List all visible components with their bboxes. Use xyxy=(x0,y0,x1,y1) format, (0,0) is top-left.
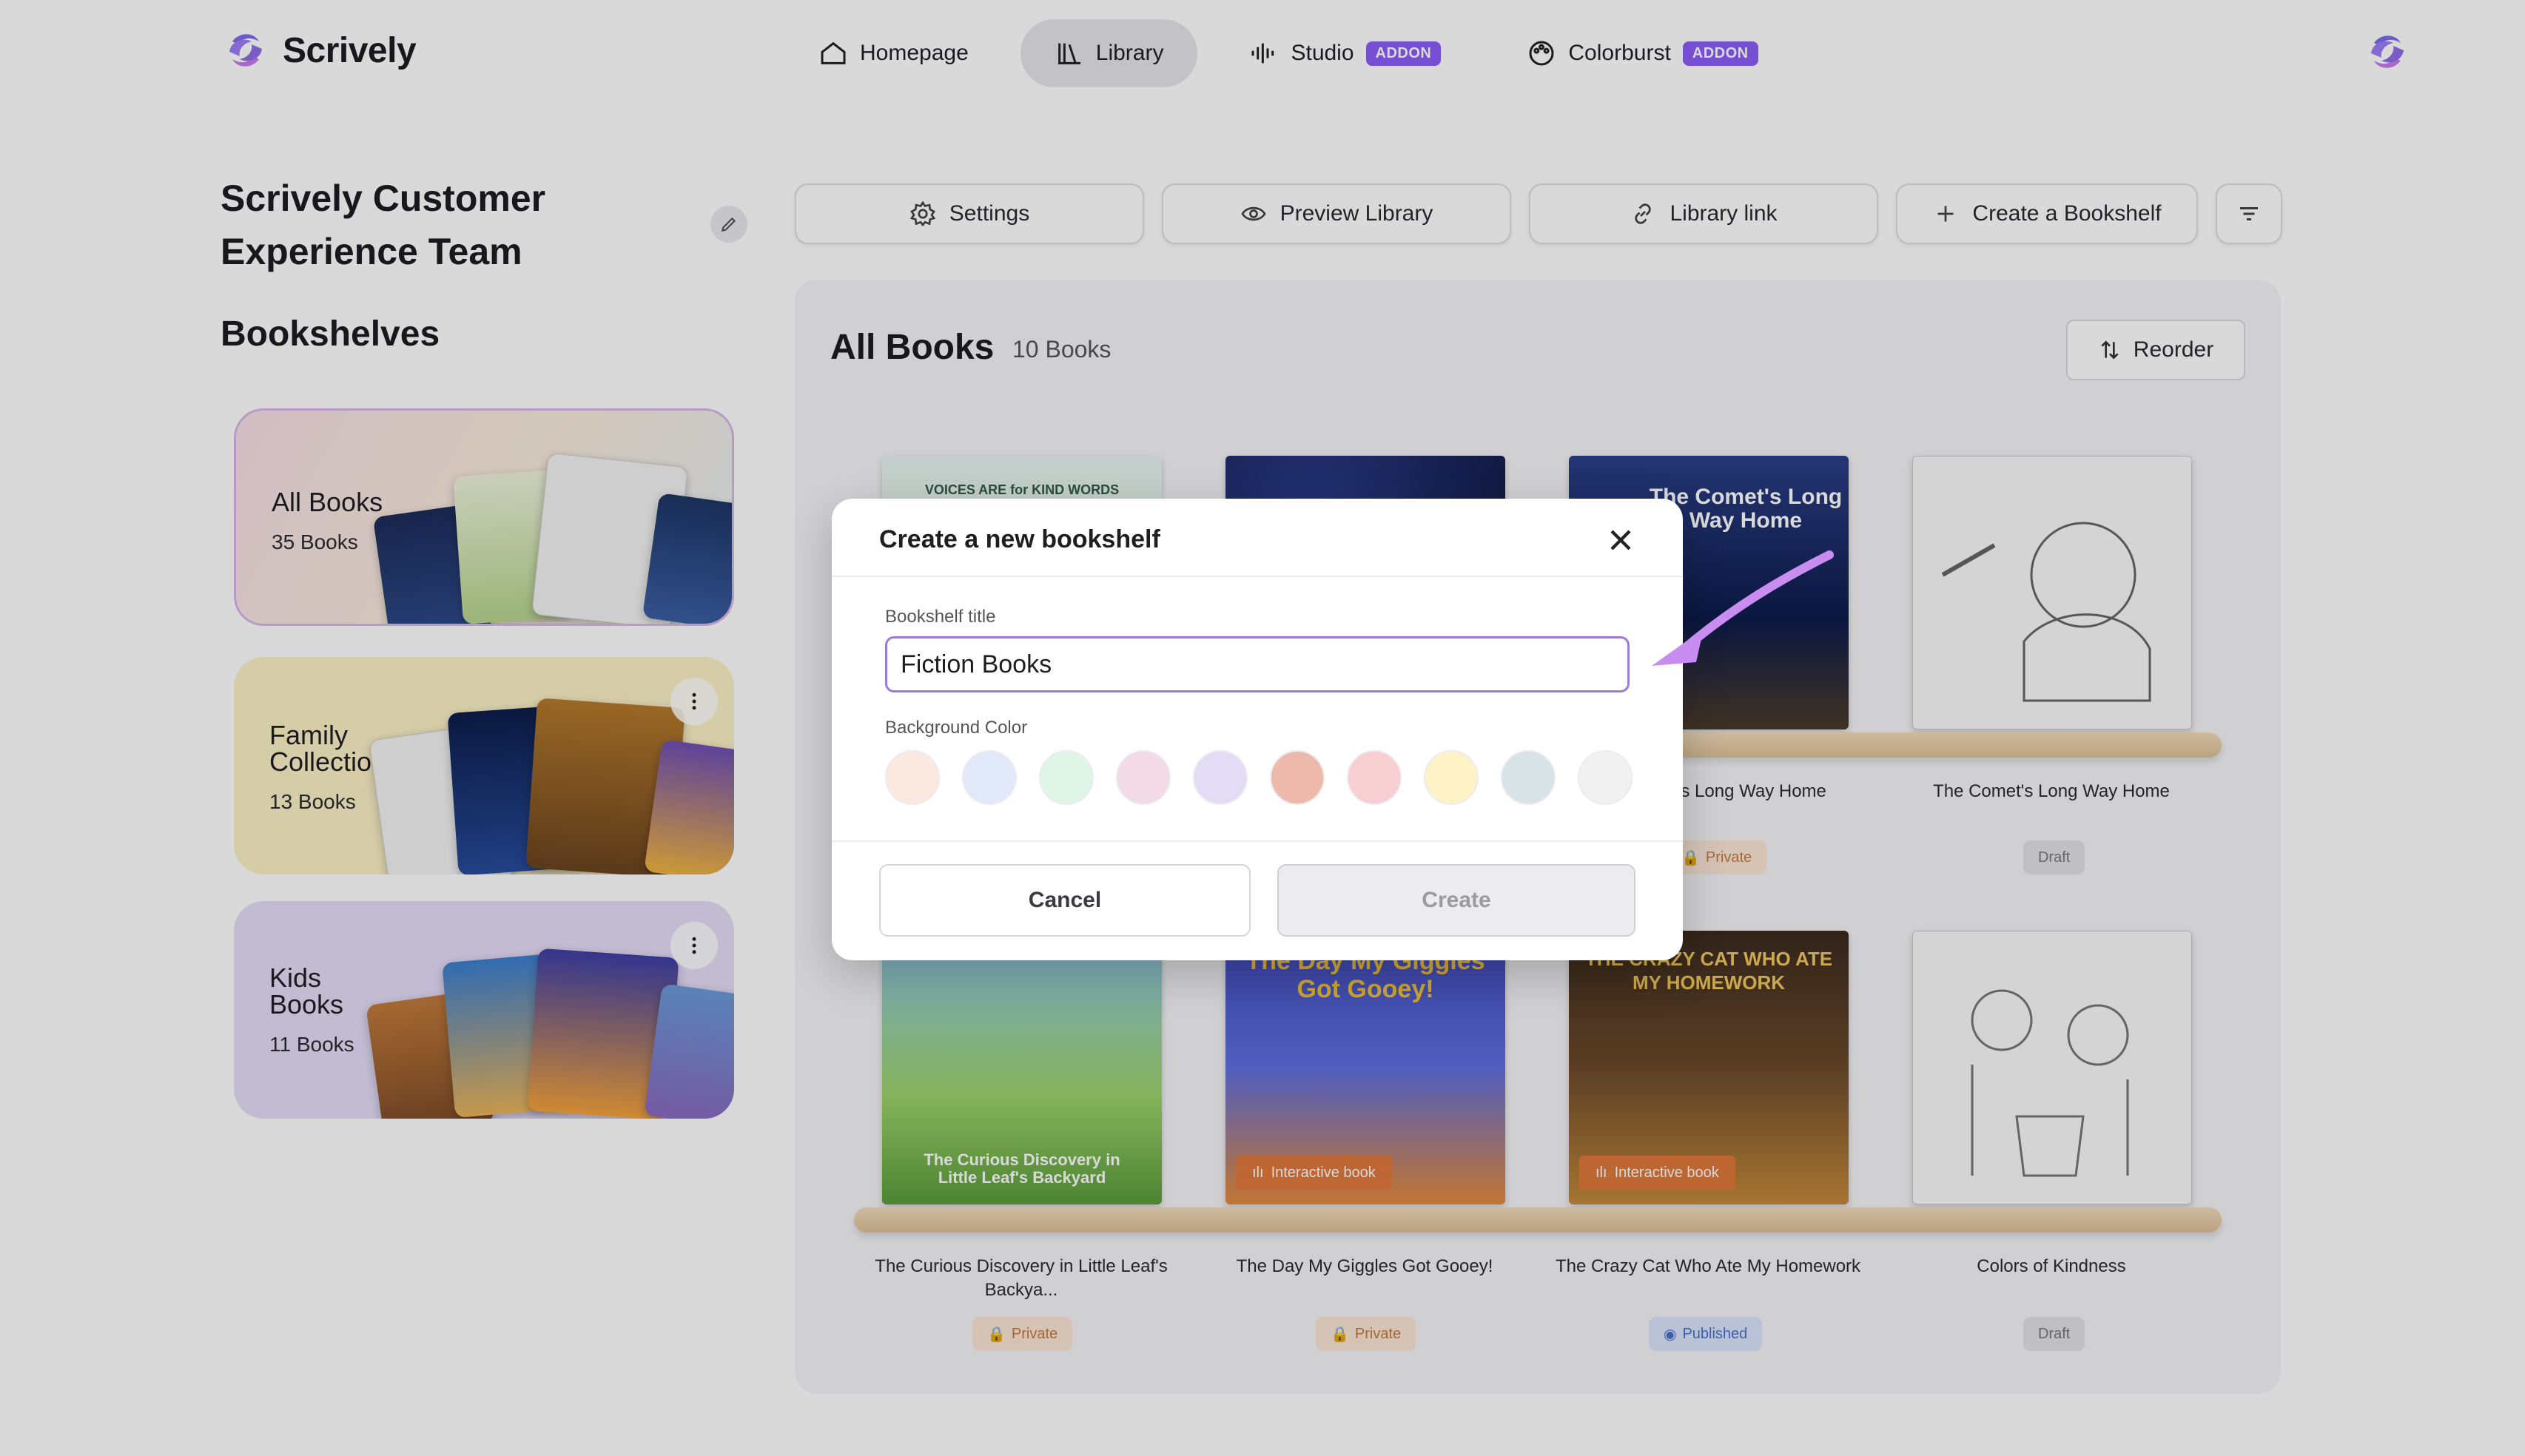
cancel-button[interactable]: Cancel xyxy=(879,864,1251,937)
dialog-divider xyxy=(832,576,1683,577)
color-swatch[interactable] xyxy=(1116,750,1171,805)
color-swatch[interactable] xyxy=(1424,750,1479,805)
color-swatch[interactable] xyxy=(962,750,1017,805)
color-swatch[interactable] xyxy=(1347,750,1402,805)
color-swatches xyxy=(885,750,1633,805)
color-swatch[interactable] xyxy=(1193,750,1248,805)
bookshelf-title-input[interactable] xyxy=(885,636,1630,692)
bookshelf-title-label: Bookshelf title xyxy=(885,607,996,627)
color-swatch[interactable] xyxy=(1039,750,1094,805)
color-swatch[interactable] xyxy=(885,750,940,805)
dialog-title: Create a new bookshelf xyxy=(879,525,1160,553)
annotation-arrow-icon xyxy=(1652,550,1834,666)
create-button[interactable]: Create xyxy=(1277,864,1635,937)
color-swatch[interactable] xyxy=(1270,750,1325,805)
dialog-divider xyxy=(832,840,1683,842)
color-swatch[interactable] xyxy=(1578,750,1633,805)
background-color-label: Background Color xyxy=(885,718,1028,738)
color-swatch[interactable] xyxy=(1501,750,1556,805)
create-bookshelf-dialog: Create a new bookshelf Bookshelf title B… xyxy=(832,499,1683,960)
close-icon[interactable] xyxy=(1603,522,1638,558)
